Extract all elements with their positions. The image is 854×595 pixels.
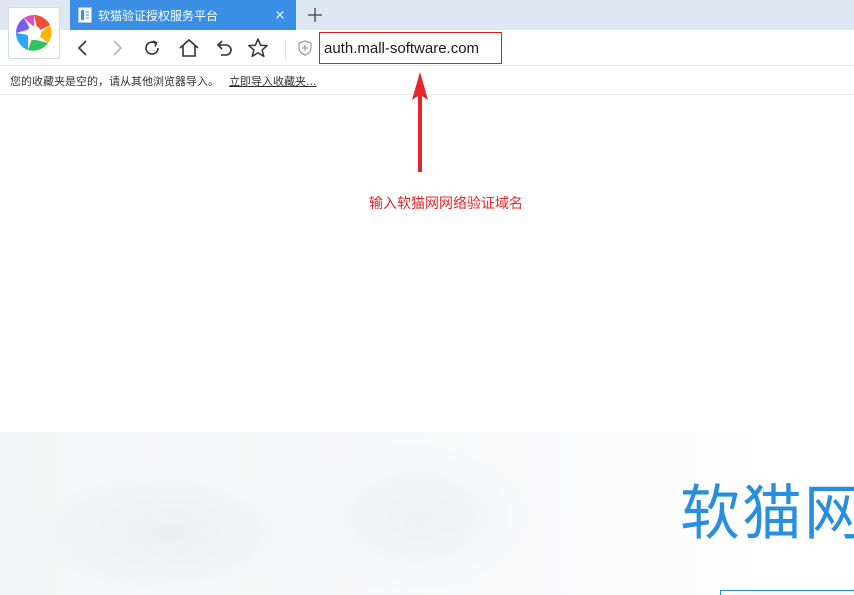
security-shield-icon[interactable] (298, 40, 312, 56)
reload-icon (145, 40, 159, 55)
address-bar-url[interactable]: auth.mall-software.com (324, 40, 479, 57)
home-button[interactable] (177, 36, 201, 60)
plus-icon (308, 8, 322, 22)
back-button[interactable] (71, 36, 95, 60)
forward-icon (113, 40, 123, 56)
close-icon[interactable]: × (272, 7, 288, 23)
browser-window: 软猫验证授权服务平台 × auth.mall-software.com 您的收藏… (0, 0, 854, 595)
undo-icon (216, 40, 232, 56)
tab-strip: 软猫验证授权服务平台 × (0, 0, 854, 30)
favorite-button[interactable] (246, 36, 270, 60)
tab-active[interactable]: 软猫验证授权服务平台 × (70, 0, 296, 30)
document-icon (78, 7, 92, 23)
navigation-bar: auth.mall-software.com (0, 30, 854, 66)
import-bookmarks-link[interactable]: 立即导入收藏夹... (229, 73, 317, 89)
new-tab-button[interactable] (304, 4, 326, 26)
back-icon (77, 40, 87, 56)
reload-button[interactable] (140, 36, 164, 60)
website-heading: 软猫网 (680, 479, 854, 549)
website-hero-decoration (300, 440, 540, 595)
tab-title: 软猫验证授权服务平台 (98, 8, 219, 23)
undo-button[interactable] (212, 36, 236, 60)
toolbar-divider (285, 39, 286, 59)
website-button[interactable] (720, 590, 854, 595)
favorite-star-icon (248, 38, 268, 58)
annotation-arrow-icon (412, 72, 428, 172)
annotation-text: 输入软猫网网络验证域名 (369, 196, 523, 212)
bookmarks-empty-message: 您的收藏夹是空的，请从其他浏览器导入。 (10, 74, 219, 88)
home-icon (179, 38, 199, 57)
browser-logo-icon (15, 14, 52, 51)
forward-button[interactable] (105, 36, 129, 60)
website-hero-decoration (40, 470, 300, 595)
browser-logo[interactable] (8, 7, 60, 59)
address-bar[interactable]: auth.mall-software.com (319, 32, 502, 64)
